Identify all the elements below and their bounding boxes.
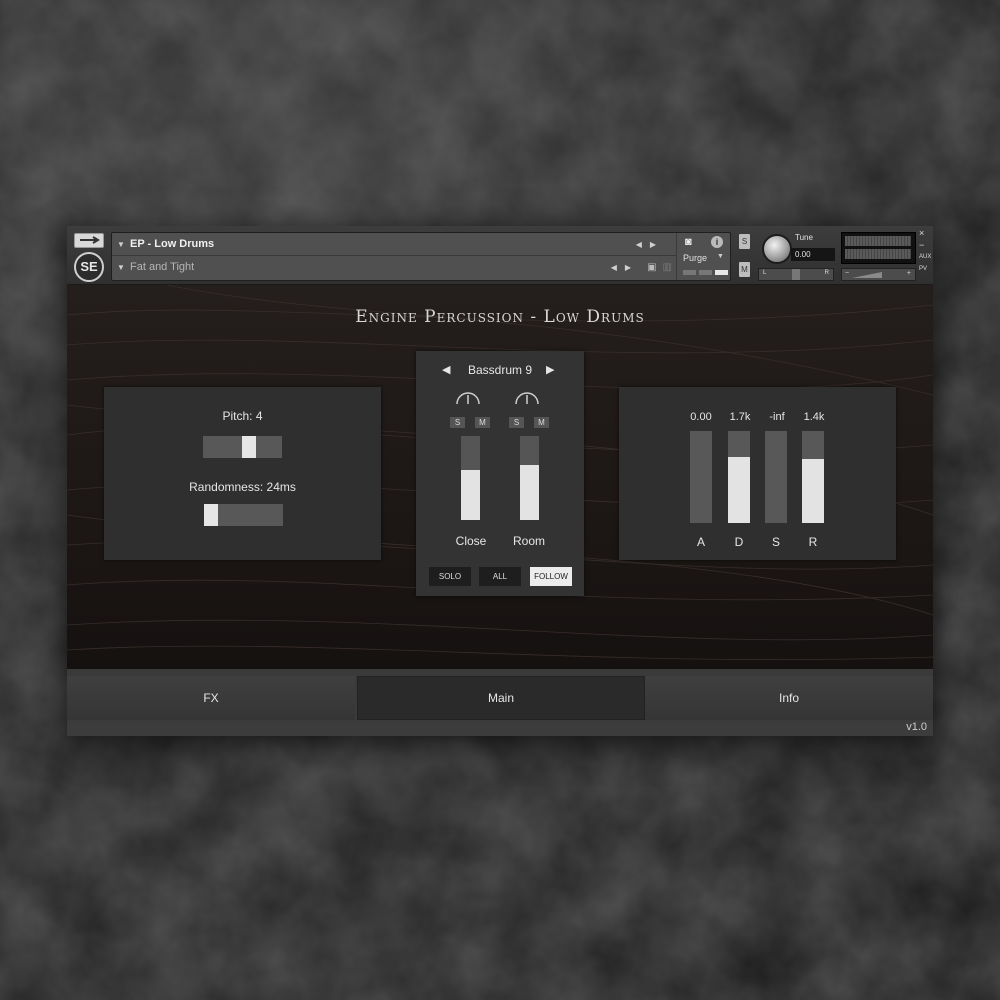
room-fader[interactable]	[520, 436, 539, 520]
pan-slider[interactable]: L R	[758, 268, 834, 281]
instrument-name: EP - Low Drums	[130, 238, 214, 250]
tune-knob[interactable]	[762, 234, 792, 264]
mute-button[interactable]: M	[739, 262, 750, 277]
aux-button[interactable]: AUX	[919, 254, 931, 260]
pan-left-label: L	[763, 270, 766, 276]
decay-value: 1.7k	[720, 411, 760, 423]
follow-mode-button[interactable]: FOLLOW	[530, 567, 572, 586]
mixer-panel: ◀ Bassdrum 9 ▶ S M S M Close Room	[416, 351, 584, 596]
close-fader-fill	[461, 470, 480, 520]
volume-slider[interactable]: − +	[841, 268, 916, 281]
randomness-slider[interactable]	[204, 504, 283, 526]
tab-bar: FX Main Info	[67, 669, 933, 721]
tune-label: Tune	[795, 233, 813, 242]
release-fill	[802, 459, 824, 523]
release-slider[interactable]	[802, 431, 824, 523]
tune-value[interactable]: 0.00	[791, 248, 835, 261]
attack-slider[interactable]	[690, 431, 712, 523]
close-icon[interactable]: ×	[919, 228, 924, 238]
sustain-value: -inf	[757, 411, 797, 423]
sustain-label: S	[765, 535, 787, 549]
pan-handle[interactable]	[792, 269, 800, 280]
instrument-nav-arrows-icon[interactable]: ◀▶	[636, 240, 664, 249]
room-label: Room	[499, 534, 559, 548]
close-fader[interactable]	[461, 436, 480, 520]
close-solo-button[interactable]: S	[450, 417, 465, 428]
instrument-tools: ◙ i Purge ▼	[676, 233, 731, 280]
release-label: R	[802, 535, 824, 549]
pitch-label: Pitch: 4	[104, 409, 381, 423]
dropdown-caret-icon[interactable]: ▼	[112, 240, 130, 249]
decay-slider[interactable]	[728, 431, 750, 523]
minus-icon: −	[845, 270, 849, 277]
snapshot-caret-icon[interactable]: ▼	[112, 263, 130, 272]
close-pan-knob[interactable]	[455, 391, 481, 405]
adsr-panel: 0.00 1.7k -inf 1.4k A D S R	[619, 387, 896, 560]
solo-button[interactable]: S	[739, 234, 750, 249]
instrument-name-row[interactable]: ▼ EP - Low Drums ◀▶	[112, 233, 676, 256]
save-icon[interactable]: ▣	[647, 262, 656, 273]
wrench-icon[interactable]	[74, 233, 104, 248]
level-meter	[841, 232, 916, 264]
randomness-slider-thumb[interactable]	[204, 504, 218, 526]
pan-right-label: R	[825, 270, 829, 276]
instrument-header: SE ▼ EP - Low Drums ◀▶ ▼ Fat and Tight ◀…	[67, 226, 933, 285]
plus-icon: +	[907, 270, 911, 277]
plugin-window: SE ▼ EP - Low Drums ◀▶ ▼ Fat and Tight ◀…	[67, 226, 933, 736]
se-logo: SE	[74, 252, 104, 282]
purge-indicator	[683, 270, 728, 275]
tab-fx[interactable]: FX	[67, 676, 355, 720]
all-mode-button[interactable]: ALL	[479, 567, 521, 586]
main-body: Engine Percussion - Low Drums Pitch: 4 R…	[67, 285, 933, 669]
instrument-name-box: ▼ EP - Low Drums ◀▶ ▼ Fat and Tight ◀▶ ▣…	[111, 232, 731, 281]
room-mute-button[interactable]: M	[534, 417, 549, 428]
attack-label: A	[690, 535, 712, 549]
decay-label: D	[728, 535, 750, 549]
pitch-slider-thumb[interactable]	[242, 436, 256, 458]
solo-mode-button[interactable]: SOLO	[429, 567, 471, 586]
snapshot-row[interactable]: ▼ Fat and Tight ◀▶ ▣ ▥	[112, 256, 676, 278]
instrument-title: Engine Percussion - Low Drums	[67, 307, 933, 327]
release-value: 1.4k	[794, 411, 834, 423]
volume-ramp	[852, 272, 882, 278]
pv-button[interactable]: PV	[919, 266, 927, 272]
version-label: v1.0	[906, 721, 927, 733]
close-mute-button[interactable]: M	[475, 417, 490, 428]
randomness-label: Randomness: 24ms	[104, 480, 381, 494]
room-fader-fill	[520, 465, 539, 520]
purge-caret-icon[interactable]: ▼	[717, 253, 724, 260]
attack-value: 0.00	[681, 411, 721, 423]
room-pan-knob[interactable]	[514, 391, 540, 405]
info-icon[interactable]: i	[711, 236, 723, 248]
camera-icon[interactable]: ◙	[685, 236, 699, 247]
snapshot-name: Fat and Tight	[130, 261, 194, 273]
minimize-icon[interactable]: −	[919, 240, 924, 250]
pitch-panel: Pitch: 4 Randomness: 24ms	[104, 387, 381, 560]
room-solo-button[interactable]: S	[509, 417, 524, 428]
sample-name: Bassdrum 9	[446, 363, 554, 377]
tab-main[interactable]: Main	[357, 676, 645, 720]
close-label: Close	[441, 534, 501, 548]
next-sample-icon[interactable]: ▶	[546, 363, 554, 376]
footer: v1.0	[67, 721, 933, 736]
tab-info[interactable]: Info	[645, 676, 933, 720]
sustain-slider[interactable]	[765, 431, 787, 523]
decay-fill	[728, 457, 750, 523]
purge-menu[interactable]: Purge	[683, 253, 707, 263]
snapshot-nav-arrows-icon[interactable]: ◀▶	[611, 263, 639, 272]
pitch-slider[interactable]	[203, 436, 282, 458]
trash-icon[interactable]: ▥	[663, 262, 672, 273]
